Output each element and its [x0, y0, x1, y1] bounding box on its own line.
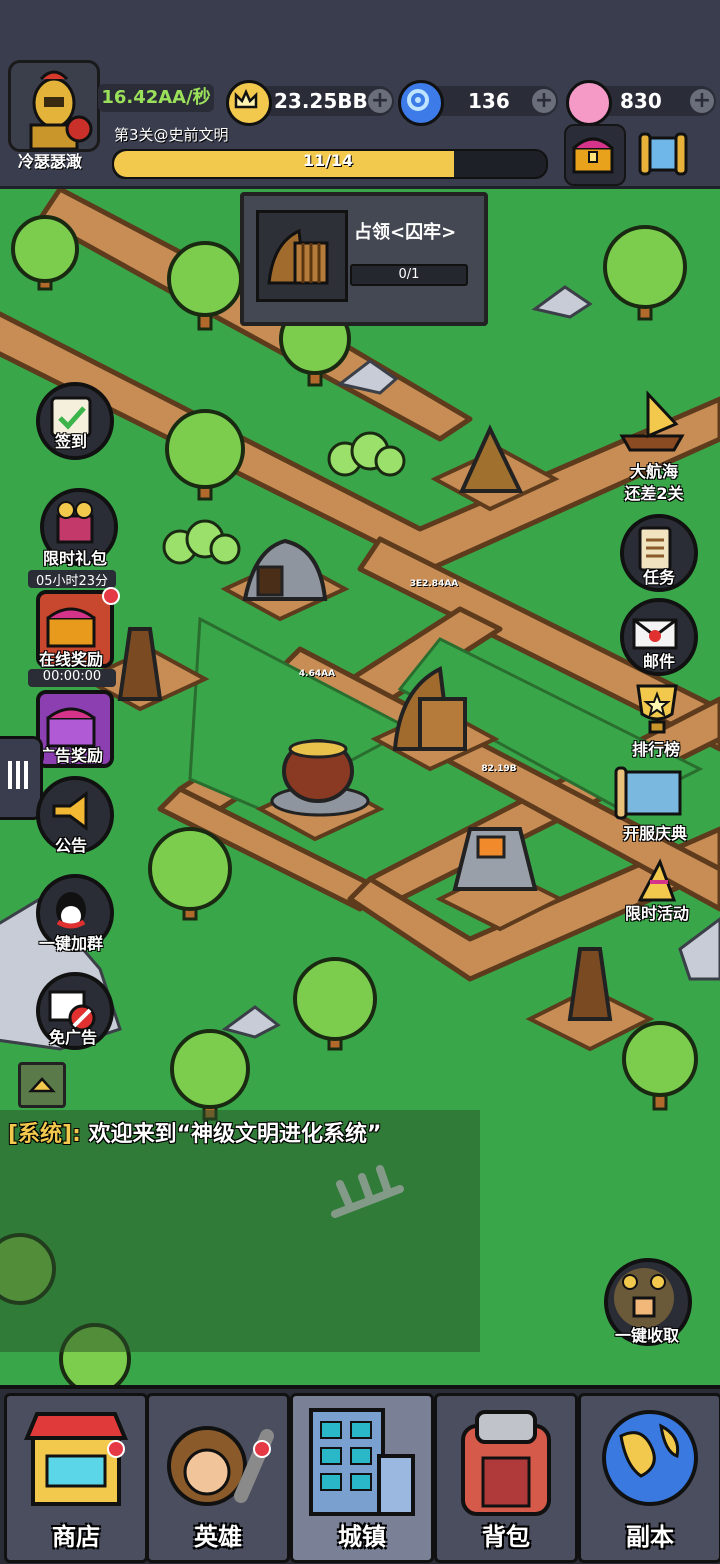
- candy-icon: [566, 80, 612, 126]
- building-income-label: 4.64AA: [298, 669, 336, 679]
- tab-shop[interactable]: 商店: [4, 1393, 148, 1563]
- notification-dot: [102, 587, 120, 605]
- player-name: 冷瑟瑟澉: [18, 152, 83, 171]
- limited-event-label: 限时活动: [624, 904, 689, 923]
- limited-gift-label: 限时礼包: [42, 549, 107, 568]
- player-avatar[interactable]: [8, 60, 100, 152]
- notification-dot: [107, 1440, 125, 1458]
- voyage-label: 大航海: [629, 462, 678, 481]
- tab-heroes[interactable]: 英雄: [146, 1393, 290, 1563]
- tab-dungeon[interactable]: 副本: [578, 1393, 720, 1563]
- quest-progress: 0/1: [350, 264, 468, 286]
- no-ads-label: 免广告: [48, 1028, 97, 1047]
- system-message: [系统]: 欢迎来到“神级文明进化系统”: [8, 1116, 382, 1148]
- swirl-gem-icon: [398, 80, 444, 126]
- system-tag: [系统]:: [8, 1122, 81, 1147]
- voyage-sub-label: 还差2关: [624, 484, 684, 503]
- limited-event-button[interactable]: [620, 856, 694, 902]
- candy-value: 830: [620, 89, 662, 113]
- add-candy-button[interactable]: +: [690, 89, 714, 113]
- gem-counter: 136 +: [398, 80, 558, 126]
- income-rate: 16.42AA/秒: [98, 84, 214, 112]
- gem-value: 136: [468, 89, 510, 113]
- add-gem-button[interactable]: +: [532, 89, 556, 113]
- treasure-chest-button[interactable]: [564, 124, 626, 186]
- tab-heroes-label: 英雄: [194, 1523, 242, 1551]
- gold-counter: 23.25BB +: [226, 80, 394, 126]
- online-reward-timer: 00:00:00: [28, 669, 116, 687]
- bottom-nav: 商店 英雄 城镇 背包 副本: [0, 1385, 720, 1564]
- prison-icon: [256, 210, 348, 302]
- limited-gift-timer: 05小时23分: [28, 570, 116, 589]
- tab-dungeon-label: 副本: [626, 1523, 674, 1551]
- ranking-button[interactable]: [620, 680, 694, 740]
- chat-expand-button[interactable]: [18, 1062, 66, 1108]
- tab-bag[interactable]: 背包: [434, 1393, 578, 1563]
- tasks-label: 任务: [642, 568, 675, 587]
- checkin-label: 签到: [54, 432, 87, 451]
- level-label: 第3关@史前文明: [114, 126, 229, 144]
- tab-town[interactable]: 城镇: [290, 1393, 434, 1563]
- system-text: 欢迎来到“神级文明进化系统”: [80, 1122, 382, 1147]
- notification-dot: [253, 1440, 271, 1458]
- crown-icon: [226, 80, 272, 126]
- top-bar: 冷瑟瑟澉 16.42AA/秒 23.25BB + 136 + 830 + 第3关…: [0, 0, 720, 189]
- candy-counter: 830 +: [566, 80, 716, 126]
- gold-value: 23.25BB: [274, 89, 368, 113]
- voyage-button[interactable]: [612, 384, 692, 456]
- level-progress-text: 11/14: [302, 151, 354, 170]
- building-income-label: 82.19B: [481, 764, 517, 774]
- online-reward-label: 在线奖励: [38, 650, 103, 669]
- map-scroll-button[interactable]: [634, 124, 692, 182]
- quest-title: 占领<囚牢>: [354, 222, 457, 243]
- tab-town-label: 城镇: [338, 1523, 386, 1551]
- collect-all-label: 一键收取: [614, 1326, 679, 1345]
- server-celebration-button[interactable]: [612, 758, 702, 820]
- server-celebration-label: 开服庆典: [622, 824, 687, 843]
- quest-panel[interactable]: 占领<囚牢> 0/1: [240, 192, 488, 326]
- notice-label: 公告: [54, 836, 87, 855]
- ad-reward-label: 广告奖励: [38, 746, 103, 765]
- building-income-label: 3E2.84AA: [409, 579, 459, 589]
- join-group-label: 一键加群: [38, 934, 103, 953]
- tab-bag-label: 背包: [482, 1523, 530, 1551]
- mail-label: 邮件: [642, 652, 675, 671]
- ranking-label: 排行榜: [631, 740, 680, 759]
- add-gold-button[interactable]: +: [368, 89, 392, 113]
- tab-shop-label: 商店: [52, 1523, 100, 1551]
